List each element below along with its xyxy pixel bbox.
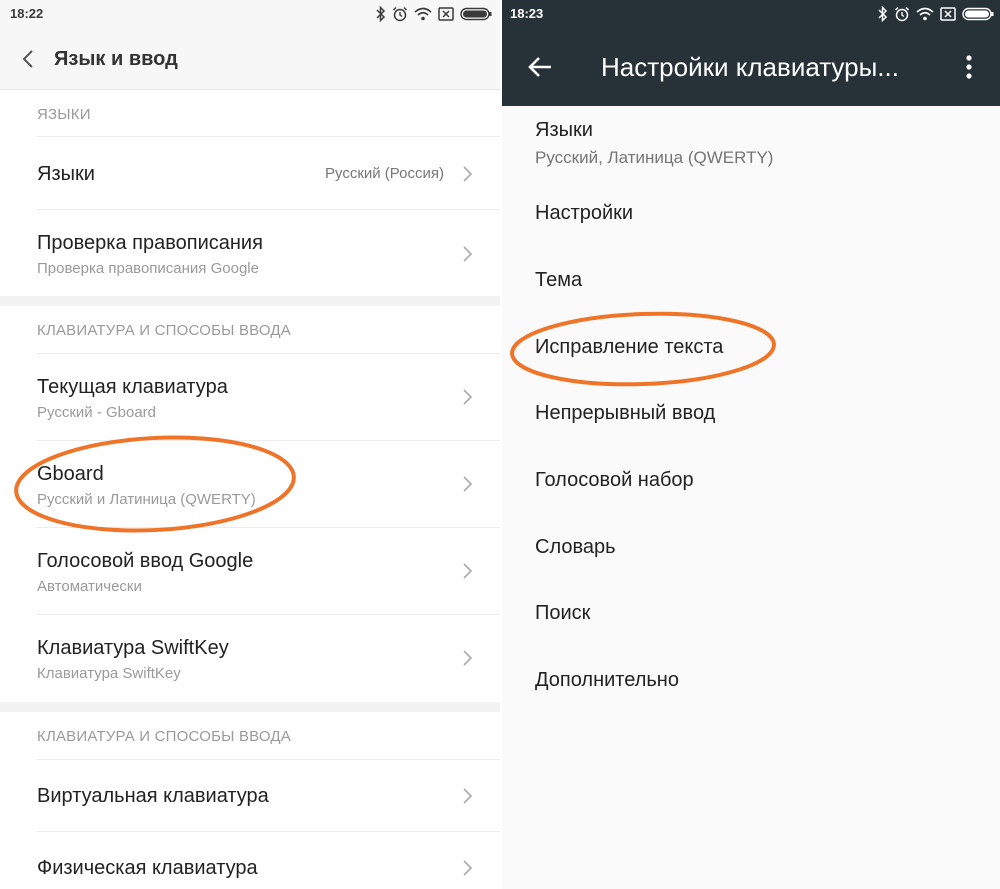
row-subtitle: Клавиатура SwiftKey <box>37 665 181 682</box>
row-subtitle: Русский - Gboard <box>37 404 157 421</box>
row-title: Проверка правописания <box>37 232 263 254</box>
status-bar: 18:22 <box>0 0 500 28</box>
left-screen: 18:22 Язык и ввод ЯЗЫКИ Языки Русский (Р… <box>0 0 500 889</box>
chevron-right-icon <box>462 786 474 806</box>
chevron-right-icon <box>462 561 474 581</box>
pref-subtitle: Русский, Латиница (QWERTY) <box>535 148 774 167</box>
bluetooth-icon <box>878 6 888 22</box>
row-title: Текущая клавиатура <box>37 376 228 398</box>
section-gap <box>0 702 500 712</box>
right-screen: 18:23 Настройки клавиатуры... Языки Русс… <box>502 0 1000 889</box>
row-virtual-keyboard[interactable]: Виртуальная клавиатура <box>0 760 500 832</box>
chevron-right-icon <box>462 474 474 494</box>
section-gap <box>0 296 500 306</box>
toolbar: 18:23 Настройки клавиатуры... <box>502 0 1000 106</box>
row-subtitle: Русский и Латиница (QWERTY) <box>37 491 256 508</box>
row-swiftkey[interactable]: Клавиатура SwiftKey Клавиатура SwiftKey <box>0 615 500 701</box>
sim-off-icon <box>940 7 956 21</box>
pref-theme[interactable]: Тема <box>535 269 582 292</box>
bluetooth-icon <box>376 6 386 22</box>
row-gboard[interactable]: Gboard Русский и Латиница (QWERTY) <box>0 441 500 527</box>
chevron-right-icon <box>462 648 474 668</box>
row-value: Русский (Россия) <box>324 165 444 182</box>
wifi-icon <box>414 7 432 21</box>
row-title: Клавиатура SwiftKey <box>37 637 229 659</box>
pref-voice-typing[interactable]: Голосовой набор <box>535 469 694 492</box>
section-header-languages: ЯЗЫКИ <box>37 106 91 123</box>
pref-advanced[interactable]: Дополнительно <box>535 669 679 692</box>
battery-icon <box>460 7 492 21</box>
row-title: Голосовой ввод Google <box>37 550 254 572</box>
alarm-icon <box>392 6 408 22</box>
row-title: Gboard <box>37 463 104 485</box>
chevron-right-icon <box>462 244 474 264</box>
pref-settings[interactable]: Настройки <box>535 202 633 225</box>
pref-search[interactable]: Поиск <box>535 602 590 625</box>
back-arrow-icon[interactable] <box>526 53 554 81</box>
row-physical-keyboard[interactable]: Физическая клавиатура <box>0 832 500 889</box>
toolbar-title: Настройки клавиатуры... <box>601 52 899 82</box>
pref-dictionary[interactable]: Словарь <box>535 536 616 559</box>
section-header-keyboards: КЛАВИАТУРА И СПОСОБЫ ВВОДА <box>37 322 291 339</box>
sim-off-icon <box>438 7 454 21</box>
row-google-voice-input[interactable]: Голосовой ввод Google Автоматически <box>0 528 500 614</box>
status-time: 18:23 <box>510 6 544 21</box>
battery-icon <box>962 7 994 21</box>
section-header-keyboards-2: КЛАВИАТУРА И СПОСОБЫ ВВОДА <box>37 728 291 745</box>
row-languages[interactable]: Языки Русский (Россия) <box>0 137 500 210</box>
pref-text-correction[interactable]: Исправление текста <box>535 336 723 359</box>
chevron-right-icon <box>462 164 474 184</box>
page-title: Язык и ввод <box>54 48 178 70</box>
status-time: 18:22 <box>10 6 44 21</box>
header: Язык и ввод <box>0 28 500 90</box>
more-vert-icon[interactable] <box>964 54 974 80</box>
row-title: Физическая клавиатура <box>37 857 258 879</box>
row-subtitle: Проверка правописания Google <box>37 260 259 277</box>
back-chevron-icon[interactable] <box>18 47 40 71</box>
status-icons <box>878 5 994 23</box>
wifi-icon <box>916 7 934 21</box>
row-title: Языки <box>37 163 95 185</box>
pref-title: Языки <box>535 119 593 141</box>
row-subtitle: Автоматически <box>37 578 142 595</box>
status-icons <box>376 5 492 23</box>
row-current-keyboard[interactable]: Текущая клавиатура Русский - Gboard <box>0 354 500 440</box>
alarm-icon <box>894 6 910 22</box>
row-spellcheck[interactable]: Проверка правописания Проверка правописа… <box>0 210 500 296</box>
chevron-right-icon <box>462 858 474 878</box>
row-title: Виртуальная клавиатура <box>37 785 269 807</box>
chevron-right-icon <box>462 387 474 407</box>
pref-gesture-typing[interactable]: Непрерывный ввод <box>535 402 715 425</box>
